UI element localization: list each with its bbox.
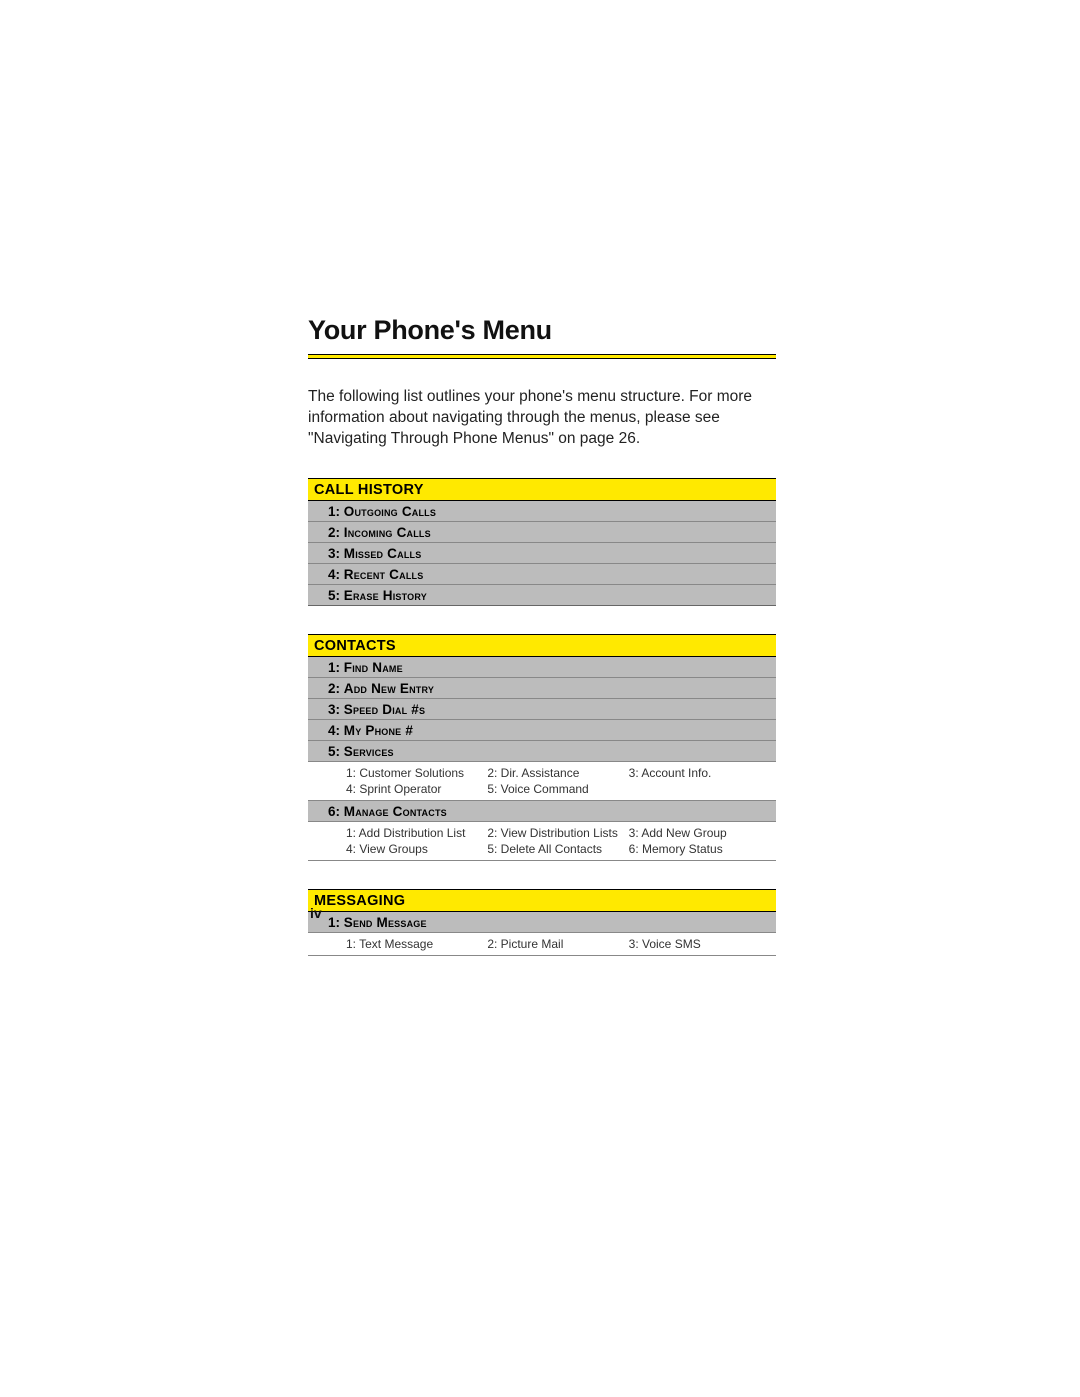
section-header: CALL HISTORY (308, 478, 776, 501)
row-label: Speed Dial #s (344, 702, 425, 717)
row-label: Add New Entry (344, 681, 434, 696)
menu-row: 6: Manage Contacts (308, 801, 776, 822)
row-number: 3: (328, 702, 340, 717)
row-label: Erase History (344, 588, 427, 603)
section-call-history: CALL HISTORY 1: Outgoing Calls 2: Incomi… (308, 478, 776, 606)
row-label: Manage Contacts (344, 804, 447, 819)
row-number: 1: (328, 660, 340, 675)
page-number: iv (310, 905, 322, 921)
sub-item: 4: View Groups (346, 842, 487, 856)
sub-item: 2: Dir. Assistance (487, 766, 628, 780)
sub-item: 6: Memory Status (629, 842, 770, 856)
row-number: 2: (328, 525, 340, 540)
section-messaging: MESSAGING 1: Send Message 1: Text Messag… (308, 889, 776, 956)
row-number: 4: (328, 723, 340, 738)
sub-item: 3: Add New Group (629, 826, 770, 840)
section-contacts: CONTACTS 1: Find Name 2: Add New Entry 3… (308, 634, 776, 861)
menu-row: 2: Incoming Calls (308, 522, 776, 543)
menu-row: 3: Missed Calls (308, 543, 776, 564)
row-number: 6: (328, 804, 340, 819)
sub-item: 1: Customer Solutions (346, 766, 487, 780)
row-label: Services (344, 744, 394, 759)
sub-item: 5: Voice Command (487, 782, 628, 796)
menu-row: 3: Speed Dial #s (308, 699, 776, 720)
row-label: Send Message (344, 915, 427, 930)
row-number: 5: (328, 588, 340, 603)
row-number: 1: (328, 915, 340, 930)
row-label: My Phone # (344, 723, 413, 738)
row-number: 1: (328, 504, 340, 519)
row-label: Incoming Calls (344, 525, 431, 540)
sub-item: 5: Delete All Contacts (487, 842, 628, 856)
row-label: Outgoing Calls (344, 504, 436, 519)
sub-item: 2: Picture Mail (487, 937, 628, 951)
sub-item: 3: Voice SMS (629, 937, 770, 951)
menu-row: 4: My Phone # (308, 720, 776, 741)
sub-item: 4: Sprint Operator (346, 782, 487, 796)
menu-row: 2: Add New Entry (308, 678, 776, 699)
sub-items-send-message: 1: Text Message 2: Picture Mail 3: Voice… (308, 933, 776, 956)
menu-row: 1: Send Message (308, 912, 776, 933)
page-title: Your Phone's Menu (308, 315, 780, 346)
section-header: MESSAGING (308, 889, 776, 912)
row-label: Missed Calls (344, 546, 422, 561)
sub-item: 1: Add Distribution List (346, 826, 487, 840)
section-header: CONTACTS (308, 634, 776, 657)
menu-row: 1: Find Name (308, 657, 776, 678)
sub-item (629, 782, 770, 796)
sub-items-manage-contacts: 1: Add Distribution List 2: View Distrib… (308, 822, 776, 861)
row-number: 5: (328, 744, 340, 759)
row-label: Find Name (344, 660, 403, 675)
menu-row: 5: Services (308, 741, 776, 762)
row-label: Recent Calls (344, 567, 424, 582)
menu-row: 1: Outgoing Calls (308, 501, 776, 522)
sub-item: 1: Text Message (346, 937, 487, 951)
row-number: 4: (328, 567, 340, 582)
sub-item: 3: Account Info. (629, 766, 770, 780)
menu-row: 4: Recent Calls (308, 564, 776, 585)
row-number: 3: (328, 546, 340, 561)
row-number: 2: (328, 681, 340, 696)
intro-paragraph: The following list outlines your phone's… (308, 387, 776, 450)
sub-item: 2: View Distribution Lists (487, 826, 628, 840)
title-underline (308, 354, 776, 359)
menu-row: 5: Erase History (308, 585, 776, 606)
document-page: Your Phone's Menu The following list out… (0, 0, 1080, 1397)
sub-items-services: 1: Customer Solutions 2: Dir. Assistance… (308, 762, 776, 801)
